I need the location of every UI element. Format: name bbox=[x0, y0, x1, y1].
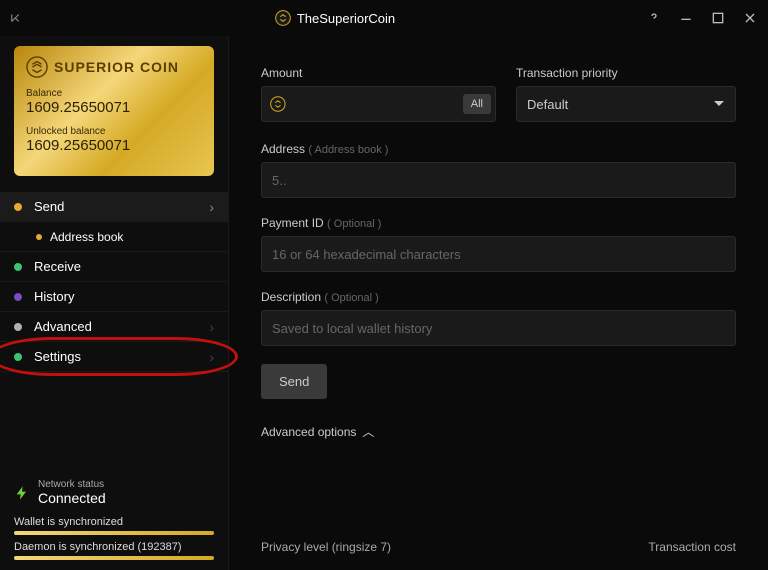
address-book-link[interactable]: ( Address book ) bbox=[308, 144, 388, 156]
receive-bullet-icon bbox=[14, 263, 22, 271]
brand-name: SUPERIOR COIN bbox=[54, 59, 179, 75]
nav-address-label: Address book bbox=[50, 230, 123, 244]
amount-label: Amount bbox=[261, 66, 496, 80]
priority-label: Transaction priority bbox=[516, 66, 736, 80]
app-title-text: TheSuperiorCoin bbox=[297, 11, 395, 26]
minimize-icon[interactable] bbox=[678, 10, 694, 26]
advanced-options-toggle[interactable]: Advanced options ︿ bbox=[261, 423, 736, 440]
nav-receive[interactable]: Receive bbox=[0, 252, 228, 282]
coin-icon bbox=[270, 95, 286, 113]
nav-settings-label: Settings bbox=[34, 349, 81, 364]
balance-value: 1609.25650071 bbox=[26, 99, 202, 116]
nav-send[interactable]: Send › bbox=[0, 192, 228, 222]
address-bullet-icon bbox=[36, 234, 42, 240]
nav-receive-label: Receive bbox=[34, 259, 81, 274]
send-bullet-icon bbox=[14, 203, 22, 211]
chevron-right-icon: › bbox=[209, 199, 214, 215]
maximize-icon[interactable] bbox=[710, 10, 726, 26]
transaction-cost-text: Transaction cost bbox=[648, 540, 736, 554]
nav-settings[interactable]: Settings › bbox=[0, 342, 228, 372]
close-icon[interactable] bbox=[742, 10, 758, 26]
chevron-up-icon: ︿ bbox=[362, 423, 374, 440]
bolt-icon bbox=[14, 483, 30, 503]
send-button[interactable]: Send bbox=[261, 364, 327, 399]
address-input[interactable] bbox=[261, 162, 736, 198]
balance-card: SUPERIOR COIN Balance 1609.25650071 Unlo… bbox=[14, 46, 214, 176]
amount-field[interactable]: All bbox=[261, 86, 496, 122]
chevron-right-icon: › bbox=[209, 319, 214, 335]
balance-label: Balance bbox=[26, 88, 202, 99]
brand-logo-icon bbox=[26, 56, 48, 78]
nav-advanced[interactable]: Advanced › bbox=[0, 312, 228, 342]
unlocked-label: Unlocked balance bbox=[26, 126, 202, 137]
network-status-value: Connected bbox=[38, 490, 106, 506]
unlocked-value: 1609.25650071 bbox=[26, 137, 202, 154]
chevron-right-icon: › bbox=[209, 349, 214, 365]
amount-input[interactable] bbox=[286, 97, 463, 112]
settings-bullet-icon bbox=[14, 353, 22, 361]
history-bullet-icon bbox=[14, 293, 22, 301]
privacy-level-text: Privacy level (ringsize 7) bbox=[261, 540, 391, 554]
nav-send-label: Send bbox=[34, 199, 64, 214]
payment-id-input[interactable] bbox=[261, 236, 736, 272]
daemon-sync-bar bbox=[14, 556, 214, 560]
network-status-label: Network status bbox=[38, 479, 106, 490]
wallet-sync-text: Wallet is synchronized bbox=[14, 516, 214, 528]
app-logo-icon bbox=[275, 10, 291, 26]
advanced-bullet-icon bbox=[14, 323, 22, 331]
app-title: TheSuperiorCoin bbox=[24, 10, 646, 26]
nav-history-label: History bbox=[34, 289, 74, 304]
description-input[interactable] bbox=[261, 310, 736, 346]
nav-history[interactable]: History bbox=[0, 282, 228, 312]
priority-select[interactable]: Default bbox=[516, 86, 736, 122]
daemon-sync-text: Daemon is synchronized (192387) bbox=[14, 541, 214, 553]
payment-id-label: Payment ID ( Optional ) bbox=[261, 216, 736, 230]
all-button[interactable]: All bbox=[463, 94, 491, 114]
back-arrow-icon[interactable] bbox=[10, 11, 24, 25]
wallet-sync-bar bbox=[14, 531, 214, 535]
nav-advanced-label: Advanced bbox=[34, 319, 92, 334]
nav-address-book[interactable]: Address book bbox=[0, 222, 228, 252]
help-icon[interactable] bbox=[646, 10, 662, 26]
description-label: Description ( Optional ) bbox=[261, 290, 736, 304]
address-label: Address ( Address book ) bbox=[261, 142, 736, 156]
